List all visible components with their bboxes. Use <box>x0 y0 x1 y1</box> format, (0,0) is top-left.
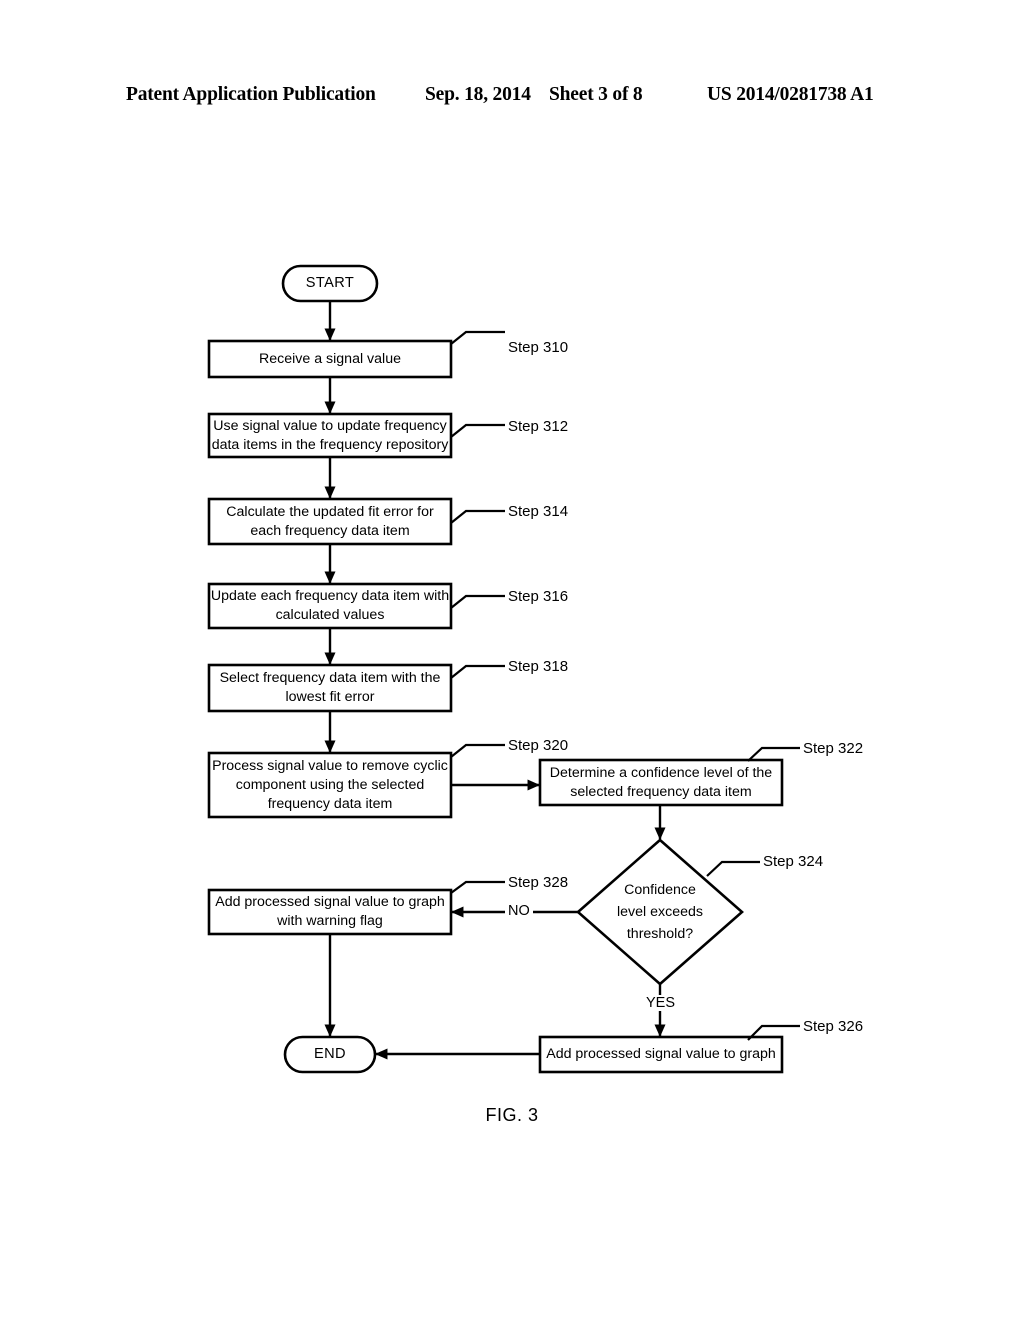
leader-step318 <box>450 664 505 679</box>
step324-diamond <box>576 838 744 986</box>
step318-box <box>207 663 453 713</box>
step320-box <box>207 751 453 819</box>
end-terminal-shape <box>283 1035 377 1074</box>
step314-box <box>207 497 453 546</box>
step316-label: Step 316 <box>508 588 569 605</box>
step326-box <box>538 1035 784 1074</box>
leader-step316 <box>450 594 505 609</box>
step324-label: Step 324 <box>763 853 824 870</box>
leader-step310 <box>450 330 505 345</box>
step328-box <box>207 888 453 936</box>
edge-label-no: NO <box>505 903 533 919</box>
leader-step328 <box>450 880 505 894</box>
leader-step320 <box>450 743 505 758</box>
edge-label-yes: YES <box>643 995 679 1011</box>
step322-label: Step 322 <box>803 740 864 757</box>
leader-step314 <box>450 509 505 524</box>
start-terminal-shape <box>281 264 379 303</box>
step310-box <box>207 339 453 379</box>
leader-step312 <box>450 423 505 438</box>
leader-step324 <box>706 860 760 877</box>
step314-label: Step 314 <box>508 503 569 520</box>
step322-box <box>538 758 784 807</box>
figure-caption: FIG. 3 <box>485 1105 539 1125</box>
step312-box <box>207 412 453 459</box>
step328-label: Step 328 <box>508 874 569 891</box>
step320-label: Step 320 <box>508 737 569 754</box>
step326-label: Step 326 <box>803 1018 864 1035</box>
step318-label: Step 318 <box>508 658 569 675</box>
step312-label: Step 312 <box>508 418 569 435</box>
step316-box <box>207 582 453 630</box>
step310-label: Step 310 <box>508 339 569 356</box>
